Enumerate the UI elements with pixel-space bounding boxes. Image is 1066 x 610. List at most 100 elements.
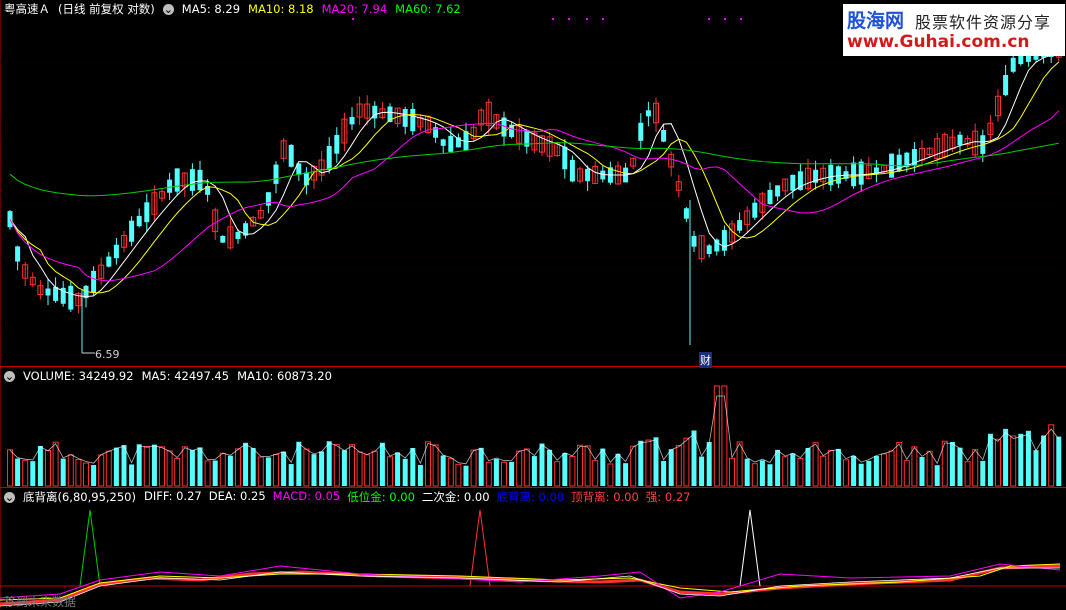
volume-bar: [790, 453, 796, 486]
volume-bar: [767, 464, 773, 486]
candle-body: [113, 244, 119, 259]
candle-body: [167, 179, 173, 193]
candle-body: [691, 236, 697, 247]
candle-body: [790, 174, 796, 191]
volume-bar: [600, 448, 606, 486]
indicator-legend: DIFF: 0.27 DEA: 0.25 MACD: 0.05 低位金: 0.00 二次…: [144, 489, 690, 505]
volume-bar: [851, 455, 857, 486]
volume-bar: [243, 442, 249, 486]
volume-bar: [911, 446, 918, 487]
candle-body: [144, 202, 150, 223]
candle-body: [15, 246, 21, 262]
volume-bar: [744, 458, 750, 486]
volume-bar: [136, 444, 142, 486]
volume-bar: [326, 441, 332, 486]
candle-body: [767, 189, 773, 205]
candle-body: [189, 169, 195, 191]
volume-bar: [539, 443, 545, 486]
volume-bar: [257, 456, 264, 487]
legend-item: 低位金: 0.00: [347, 490, 415, 504]
candle-body: [1003, 74, 1009, 96]
volume-bar: [349, 444, 355, 487]
financial-event-marker[interactable]: 财: [699, 352, 712, 368]
watermark-logo: 股海网: [847, 10, 905, 32]
candle-body: [273, 164, 279, 184]
volume-bar: [623, 463, 629, 486]
volume-chart[interactable]: [0, 367, 1066, 487]
volume-bar: [668, 449, 674, 486]
watermark-url: www.Guhai.com.cn: [847, 32, 1030, 52]
candle-body: [410, 108, 416, 132]
volume-bar: [1025, 430, 1031, 486]
volume-bar: [67, 454, 74, 487]
candle-body: [136, 215, 142, 227]
volume-bar: [630, 445, 637, 487]
volume-bar: [843, 459, 849, 487]
volume-bar: [204, 460, 211, 487]
volume-bar: [957, 447, 963, 486]
volume-bar: [820, 455, 827, 487]
candle-body: [7, 211, 13, 228]
volume-bar: [212, 460, 218, 486]
volume-bar: [531, 456, 537, 486]
volume-panel[interactable]: ⌄ VOLUME: 34249.92 MA5: 42497.45 MA10: 608…: [0, 367, 1066, 488]
volume-bar: [516, 450, 523, 487]
volume-bar: [858, 463, 864, 486]
candle-body: [440, 139, 446, 146]
dropdown-circle-icon[interactable]: ⌄: [162, 3, 174, 15]
candle-body: [737, 220, 743, 231]
candle-body: [326, 145, 332, 170]
volume-bar: [751, 463, 758, 487]
candle-body: [562, 146, 568, 170]
volume-bar: [402, 458, 408, 486]
volume-bar: [547, 449, 553, 486]
legend-item: DEA: 0.25: [208, 489, 266, 503]
indicator-panel[interactable]: ⌄ 底背离(6,80,95,250) DIFF: 0.27 DEA: 0.25 MA…: [0, 488, 1066, 609]
indicator-chart[interactable]: [0, 488, 1066, 609]
legend-item: MA60: 7.62: [395, 2, 461, 16]
volume-bar: [395, 452, 401, 486]
volume-bar: [151, 444, 157, 486]
volume-bar: [7, 449, 13, 487]
volume-bar: [896, 442, 903, 487]
volume-bar: [699, 456, 705, 486]
candle-body: [714, 239, 720, 252]
dropdown-circle-icon[interactable]: ⌄: [4, 491, 15, 503]
candle-body: [129, 220, 135, 242]
volume-bar: [1010, 435, 1017, 487]
volume-bar: [333, 444, 340, 487]
volume-bar: [577, 444, 583, 487]
candle-body: [706, 245, 712, 255]
volume-bar: [447, 457, 454, 487]
candle-body: [91, 270, 97, 293]
signal-dot: [586, 18, 588, 20]
volume-bar: [143, 445, 150, 487]
candle-body: [174, 168, 180, 192]
legend-item: MA10: 8.18: [248, 2, 314, 16]
volume-bar: [736, 441, 743, 487]
diff-line: [0, 567, 1060, 607]
legend-item: MA10: 60873.20: [237, 369, 332, 383]
volume-bar: [311, 454, 317, 486]
volume-bar: [903, 460, 910, 487]
dropdown-circle-icon[interactable]: ⌄: [4, 370, 15, 382]
volume-bar: [949, 441, 955, 486]
volume-bar: [105, 450, 112, 487]
volume-bar: [812, 442, 819, 487]
volume-bar: [934, 465, 940, 486]
volume-bar: [387, 456, 393, 487]
price-header: 粤高速Ａ (日线 前复权 对数) ⌄ MA5: 8.29 MA10: 8.18 MA…: [0, 0, 461, 18]
volume-bar: [759, 460, 765, 486]
low-gold-spike: [79, 509, 101, 587]
candle-body: [638, 122, 644, 141]
candle-body: [334, 135, 340, 154]
volume-bar: [22, 459, 29, 487]
volume-bar: [713, 385, 720, 487]
volume-bar: [554, 461, 561, 487]
volume-bar: [364, 454, 371, 487]
volume-bar: [45, 450, 51, 487]
volume-bar: [341, 450, 347, 486]
volume-bar: [797, 458, 804, 487]
legend-item: 底背离: 0.00: [496, 490, 565, 504]
candle-body: [683, 208, 689, 219]
